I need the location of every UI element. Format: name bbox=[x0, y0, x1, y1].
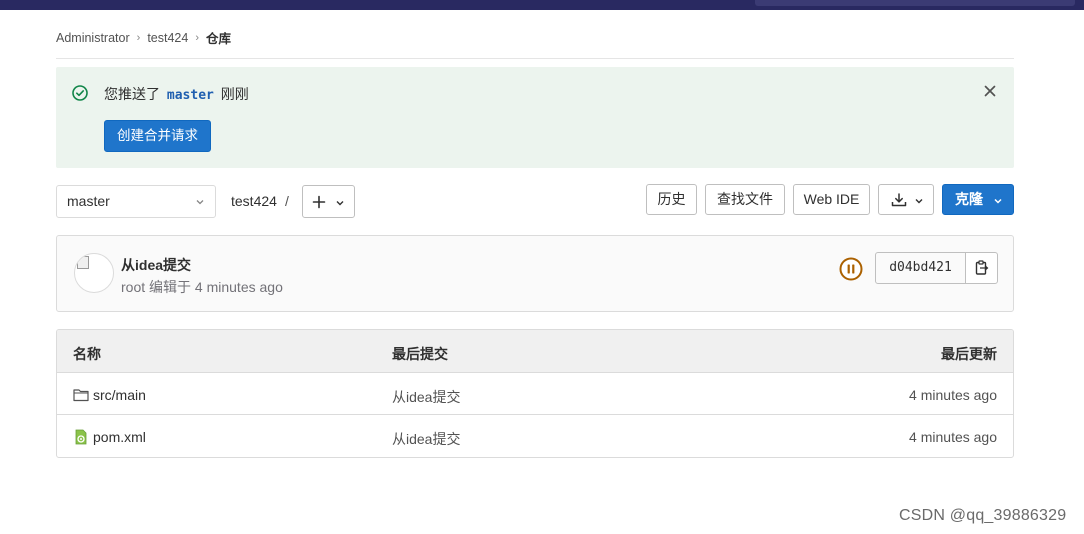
row-last-commit[interactable]: 从idea提交 bbox=[392, 429, 460, 449]
watermark: CSDN @qq_39886329 bbox=[899, 507, 1067, 524]
header-last-update: 最后更新 bbox=[941, 346, 997, 362]
download-icon bbox=[891, 193, 907, 207]
clone-label: 克隆 bbox=[955, 191, 983, 207]
file-tree-table: 名称 最后提交 最后更新 src/main 从idea提交 4 minutes … bbox=[56, 329, 1014, 458]
alert-prefix: 您推送了 bbox=[104, 86, 160, 102]
commit-author[interactable]: root bbox=[121, 279, 145, 295]
check-circle-icon bbox=[72, 85, 88, 101]
branch-selector-value: master bbox=[67, 193, 110, 209]
branch-selector[interactable]: master bbox=[56, 185, 216, 218]
breadcrumb: Administrator › test424 › 仓库 bbox=[56, 28, 231, 47]
chevron-down-icon bbox=[196, 200, 204, 205]
clone-dropdown-button[interactable]: 克隆 bbox=[942, 184, 1014, 215]
add-to-tree-dropdown[interactable] bbox=[302, 185, 355, 218]
history-button[interactable]: 历史 bbox=[646, 184, 697, 215]
header-name: 名称 bbox=[73, 346, 101, 362]
breadcrumb-repository[interactable]: 仓库 bbox=[206, 28, 231, 47]
top-navbar bbox=[0, 0, 1084, 10]
create-merge-request-button[interactable]: 创建合并请求 bbox=[104, 120, 211, 152]
maven-file-icon bbox=[75, 429, 87, 445]
path-root-link[interactable]: test424 bbox=[231, 193, 277, 209]
file-name[interactable]: pom.xml bbox=[93, 429, 146, 445]
table-row[interactable]: pom.xml 从idea提交 4 minutes ago bbox=[57, 415, 1013, 457]
commit-action: 编辑于 bbox=[149, 279, 192, 295]
commit-time: 4 minutes ago bbox=[194, 279, 283, 295]
global-search-input[interactable] bbox=[755, 0, 1075, 6]
row-name-cell: pom.xml bbox=[73, 429, 146, 445]
push-alert: 您推送了 master 刚刚 创建合并请求 bbox=[56, 67, 1014, 168]
copy-sha-button[interactable] bbox=[965, 252, 998, 284]
row-last-commit[interactable]: 从idea提交 bbox=[392, 387, 460, 407]
copy-icon bbox=[975, 260, 989, 275]
close-icon[interactable] bbox=[982, 83, 998, 99]
breadcrumb-project[interactable]: test424 bbox=[147, 31, 188, 45]
web-ide-button[interactable]: Web IDE bbox=[793, 184, 870, 215]
broken-image-icon bbox=[77, 256, 89, 269]
commit-meta: root 编辑于 4 minutes ago bbox=[121, 277, 283, 297]
avatar[interactable] bbox=[74, 253, 114, 293]
commit-sha[interactable]: d04bd421 bbox=[875, 252, 966, 284]
row-last-update: 4 minutes ago bbox=[909, 387, 997, 403]
breadcrumb-administrator[interactable]: Administrator bbox=[56, 31, 130, 45]
alert-message: 您推送了 master 刚刚 bbox=[104, 84, 249, 104]
chevron-down-icon bbox=[915, 199, 923, 204]
chevron-down-icon bbox=[336, 201, 344, 206]
divider bbox=[56, 58, 1014, 59]
plus-icon bbox=[312, 195, 326, 209]
alert-suffix: 刚刚 bbox=[220, 86, 249, 102]
chevron-right-icon: › bbox=[195, 31, 199, 44]
alert-branch: master bbox=[166, 88, 214, 103]
repo-path: test424 / bbox=[231, 193, 289, 209]
row-last-update: 4 minutes ago bbox=[909, 429, 997, 445]
folder-icon bbox=[73, 389, 89, 402]
find-file-button[interactable]: 查找文件 bbox=[705, 184, 785, 215]
chevron-down-icon bbox=[994, 198, 1002, 204]
row-name-cell: src/main bbox=[73, 387, 146, 403]
download-dropdown-button[interactable] bbox=[878, 184, 934, 215]
path-separator: / bbox=[284, 193, 289, 209]
chevron-right-icon: › bbox=[136, 31, 141, 44]
pipeline-paused-icon[interactable] bbox=[839, 257, 863, 281]
file-name[interactable]: src/main bbox=[93, 387, 146, 403]
last-commit-panel: 从idea提交 root 编辑于 4 minutes ago d04bd421 bbox=[56, 235, 1014, 312]
table-row[interactable]: src/main 从idea提交 4 minutes ago bbox=[57, 373, 1013, 415]
commit-title[interactable]: 从idea提交 bbox=[121, 255, 191, 275]
table-header: 名称 最后提交 最后更新 bbox=[57, 330, 1013, 373]
header-last-commit: 最后提交 bbox=[392, 346, 448, 362]
